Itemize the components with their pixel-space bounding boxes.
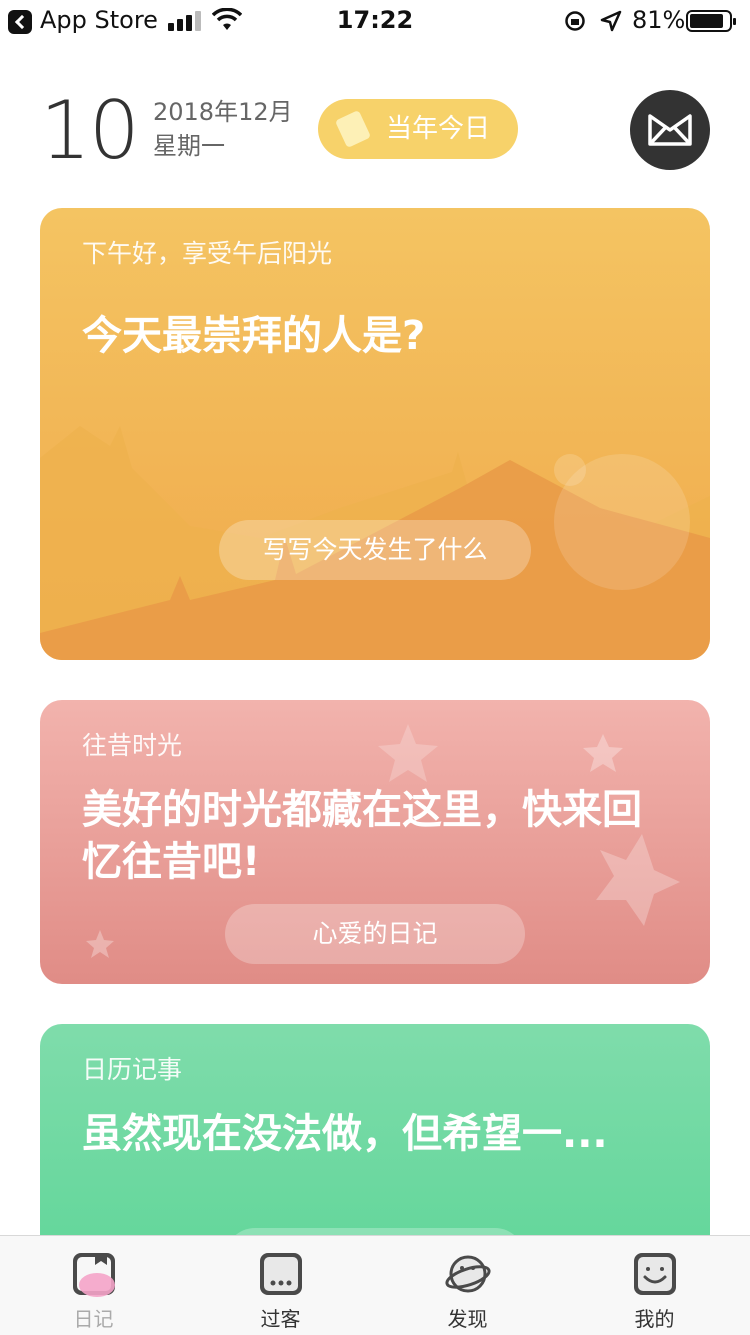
card-section-title: 往昔时光	[82, 731, 183, 760]
diary-icon	[73, 1253, 115, 1297]
tab-label: 我的	[634, 1307, 675, 1331]
rotation-lock-icon	[565, 11, 585, 31]
card-message: 虽然现在没法做，但希望一...	[82, 1111, 608, 1157]
calendar-notes-card[interactable]: 日历记事 虽然现在没法做，但希望一...	[40, 1024, 710, 1264]
today-in-history-label: 当年今日	[386, 114, 491, 144]
tab-passerby[interactable]: 过客	[187, 1236, 374, 1335]
date-day: 10	[40, 84, 140, 177]
tab-discover[interactable]: 发现	[374, 1236, 561, 1335]
card-question: 今天最崇拜的人是?	[82, 313, 426, 359]
tab-label: 发现	[447, 1307, 488, 1331]
card-greeting: 下午好，享受午后阳光	[82, 239, 333, 268]
envelope-button[interactable]	[630, 90, 710, 170]
status-bar: App Store 17:22 81%	[0, 0, 750, 40]
daily-prompt-card[interactable]: 下午好，享受午后阳光 今天最崇拜的人是? 写写今天发生了什么	[40, 208, 710, 660]
card-section-title: 日历记事	[82, 1055, 183, 1084]
date-weekday: 星期一	[153, 132, 225, 160]
planet-icon	[445, 1255, 491, 1293]
envelope-icon	[648, 114, 692, 146]
date-year-month: 2018年12月	[153, 98, 293, 126]
tab-me[interactable]: 我的	[561, 1236, 748, 1335]
location-icon	[600, 10, 622, 32]
tab-label: 过客	[260, 1307, 301, 1331]
tab-label: 日记	[73, 1307, 114, 1331]
favorite-diary-button[interactable]: 心爱的日记	[225, 904, 525, 964]
smile-face-icon	[634, 1253, 676, 1295]
card-icon	[334, 109, 372, 149]
card-message: 美好的时光都藏在这里，快来回忆往昔吧!	[82, 787, 642, 885]
mountain-illustration	[40, 426, 710, 660]
chat-icon	[260, 1253, 302, 1295]
tab-diary[interactable]: 日记	[0, 1236, 187, 1335]
write-diary-button[interactable]: 写写今天发生了什么	[219, 520, 531, 580]
tab-bar: 日记 过客 发现 我的	[0, 1235, 750, 1335]
battery-icon	[686, 10, 736, 32]
today-in-history-button[interactable]: 当年今日	[318, 99, 518, 159]
memories-card[interactable]: 往昔时光 美好的时光都藏在这里，快来回忆往昔吧! 心爱的日记	[40, 700, 710, 984]
battery-percent: 81%	[632, 6, 686, 34]
